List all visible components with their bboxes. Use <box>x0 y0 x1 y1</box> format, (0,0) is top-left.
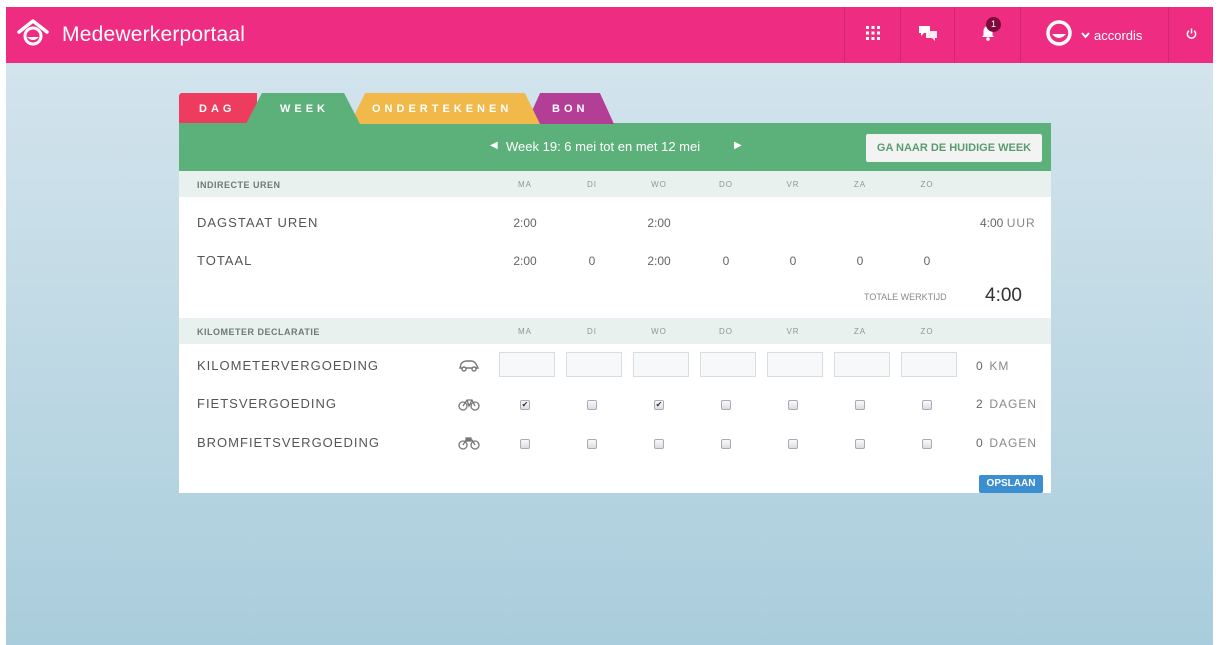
bike-checkbox-zo[interactable] <box>922 400 932 410</box>
hours-cell: 2:00 <box>513 254 537 268</box>
moped-checkbox-zo[interactable] <box>922 439 932 449</box>
row-total: 0 DAGEN <box>976 436 1037 450</box>
km-input-za[interactable] <box>834 352 890 377</box>
total-work-time-value: 4:00 <box>985 285 1022 306</box>
km-input-zo[interactable] <box>901 352 957 377</box>
hours-cell: 0 <box>856 254 864 268</box>
moped-checkbox-vr[interactable] <box>788 439 798 449</box>
user-menu[interactable]: accordis <box>1020 7 1168 63</box>
kilometer-header: KILOMETER DECLARATIE MA DI WO DO VR ZA Z… <box>179 318 1051 344</box>
week-panel: ◀ Week 19: 6 mei tot en met 12 mei ▶ GA … <box>179 123 1051 493</box>
day-header: DO <box>719 180 733 189</box>
day-header: DI <box>587 327 597 336</box>
total-work-time-label: TOTALE WERKTIJD <box>864 292 947 302</box>
day-header: ZA <box>853 327 867 336</box>
row-total-value: 0 <box>976 436 983 450</box>
row-total-unit: DAGEN <box>989 397 1038 411</box>
hours-cell: 2:00 <box>647 254 671 268</box>
current-week-button[interactable]: GA NAAR DE HUIDIGE WEEK <box>866 134 1042 162</box>
messages-button[interactable] <box>900 7 954 63</box>
tab-bon[interactable]: BON <box>526 93 614 124</box>
previous-week-arrow-icon[interactable]: ◀ <box>490 140 498 151</box>
user-name: accordis <box>1094 27 1143 43</box>
hours-cell: 0 <box>789 254 797 268</box>
row-label: FIETSVERGOEDING <box>197 396 337 411</box>
day-header: DO <box>719 327 733 336</box>
row-total-value: 2 <box>976 397 983 411</box>
row-total-value: 0 <box>976 359 983 373</box>
day-header: ZA <box>853 180 867 189</box>
hours-cell: 2:00 <box>647 216 671 230</box>
hours-cell: 0 <box>722 254 730 268</box>
save-button[interactable]: OPSLAAN <box>979 475 1043 493</box>
row-total-value: 4:00 <box>980 216 1004 230</box>
km-input-ma[interactable] <box>499 352 555 377</box>
km-input-vr[interactable] <box>767 352 823 377</box>
row-label: TOTAAL <box>197 253 253 268</box>
day-header: ZO <box>920 180 934 189</box>
top-bar: Medewerkerportaal 1 accordis <box>6 7 1213 63</box>
moped-checkbox-ma[interactable] <box>520 439 530 449</box>
apps-grid-button[interactable] <box>844 7 900 63</box>
brand[interactable]: Medewerkerportaal <box>16 7 245 63</box>
bicycle-icon <box>458 397 480 411</box>
moped-checkbox-di[interactable] <box>587 439 597 449</box>
row-total: 2 DAGEN <box>976 397 1037 411</box>
chat-icon <box>918 25 937 46</box>
day-header: MA <box>518 180 532 189</box>
tab-week[interactable]: WEEK <box>246 93 360 124</box>
home-logo-icon <box>16 18 50 53</box>
hours-cell: 0 <box>923 254 931 268</box>
chevron-down-icon <box>1081 26 1090 44</box>
row-label: KILOMETERVERGOEDING <box>197 358 380 373</box>
day-header: VR <box>786 327 800 336</box>
avatar <box>1041 18 1077 53</box>
app-title: Medewerkerportaal <box>62 23 246 46</box>
bike-checkbox-ma[interactable]: ✔ <box>520 400 530 410</box>
week-navigation-bar: ◀ Week 19: 6 mei tot en met 12 mei ▶ GA … <box>179 123 1051 171</box>
moped-checkbox-wo[interactable] <box>654 439 664 449</box>
hours-cell: 0 <box>588 254 596 268</box>
bike-checkbox-di[interactable] <box>587 400 597 410</box>
row-label: BROMFIETSVERGOEDING <box>197 435 380 450</box>
bike-checkbox-za[interactable] <box>855 400 865 410</box>
bike-checkbox-wo[interactable]: ✔ <box>654 400 664 410</box>
row-total: 0 KM <box>976 359 1009 373</box>
row-label: DAGSTAAT UREN <box>197 215 319 230</box>
row-total-unit: UUR <box>1006 216 1036 230</box>
day-header: WO <box>651 180 667 189</box>
day-header: ZO <box>920 327 934 336</box>
app-frame: Medewerkerportaal 1 accordis DAG WEEK ON… <box>6 7 1213 645</box>
bike-checkbox-do[interactable] <box>721 400 731 410</box>
day-header: WO <box>651 327 667 336</box>
moped-checkbox-za[interactable] <box>855 439 865 449</box>
day-header: DI <box>587 180 597 189</box>
car-icon <box>458 359 480 373</box>
notifications-button[interactable]: 1 <box>954 7 1020 63</box>
week-label: Week 19: 6 mei tot en met 12 mei <box>506 139 701 154</box>
moped-icon <box>458 436 480 450</box>
day-header: MA <box>518 327 532 336</box>
kilometer-heading: KILOMETER DECLARATIE <box>197 327 320 337</box>
grid-icon <box>865 25 880 45</box>
km-input-di[interactable] <box>566 352 622 377</box>
indirect-hours-heading: INDIRECTE UREN <box>197 180 281 190</box>
bike-checkbox-vr[interactable] <box>788 400 798 410</box>
km-input-wo[interactable] <box>633 352 689 377</box>
notification-badge: 1 <box>986 17 1001 32</box>
row-total: 4:00 UUR <box>980 216 1036 230</box>
next-week-arrow-icon[interactable]: ▶ <box>734 140 742 151</box>
power-icon <box>1186 26 1197 44</box>
hours-cell: 2:00 <box>513 216 537 230</box>
tab-ondertekenen[interactable]: ONDERTEKENEN <box>350 93 540 124</box>
row-total-unit: KM <box>989 359 1010 373</box>
moped-checkbox-do[interactable] <box>721 439 731 449</box>
tab-dag[interactable]: DAG <box>179 93 257 124</box>
indirect-hours-header: INDIRECTE UREN MA DI WO DO VR ZA ZO <box>179 171 1051 197</box>
logout-button[interactable] <box>1168 7 1213 63</box>
row-total-unit: DAGEN <box>989 436 1038 450</box>
km-input-do[interactable] <box>700 352 756 377</box>
day-header: VR <box>786 180 800 189</box>
